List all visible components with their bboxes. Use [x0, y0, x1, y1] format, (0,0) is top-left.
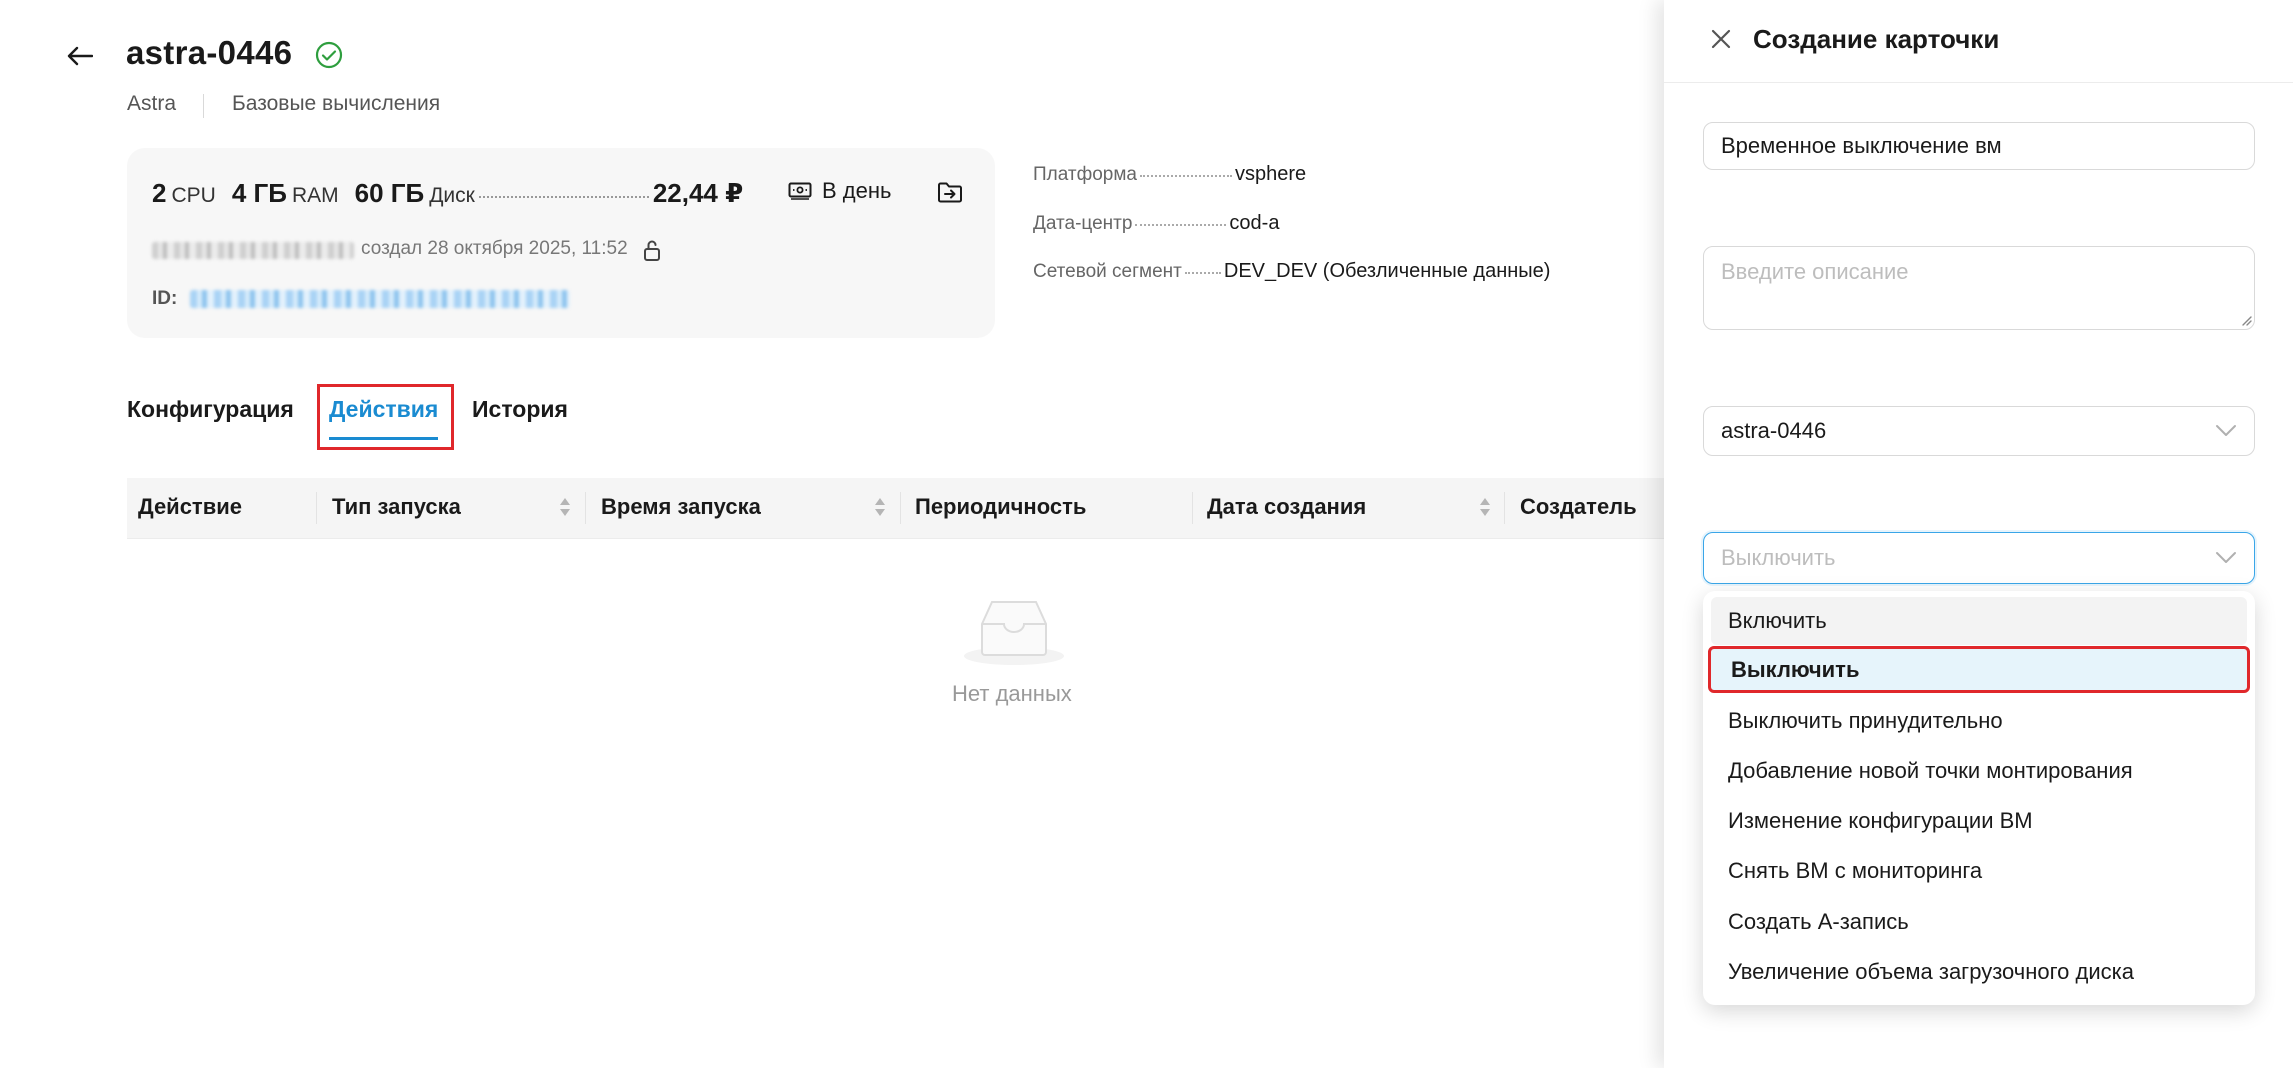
dropdown-option[interactable]: Увеличение объема загрузочного диска	[1711, 948, 2247, 996]
dotted-leader	[478, 196, 649, 198]
resize-handle-icon[interactable]	[2240, 314, 2252, 326]
created-info: создал 28 октября 2025, 11:52	[361, 238, 628, 259]
vm-id-redacted[interactable]	[190, 290, 570, 308]
column-divider	[585, 492, 586, 524]
sort-icon[interactable]	[873, 496, 887, 518]
back-button[interactable]	[60, 36, 100, 76]
chevron-down-icon	[2216, 425, 2236, 436]
price: 22,44 ₽	[652, 178, 744, 208]
tab-configuration[interactable]: Конфигурация	[127, 396, 294, 423]
dropdown-option[interactable]: Снять ВМ с мониторинга	[1711, 847, 2247, 895]
description-placeholder: Введите описание	[1721, 259, 1909, 284]
dropdown-option[interactable]: Изменение конфигурации ВМ	[1711, 797, 2247, 845]
money-icon	[788, 182, 812, 200]
column-divider	[900, 492, 901, 524]
property-platform: Платформа vsphere	[1033, 163, 1306, 186]
property-label: Сетевой сегмент	[1033, 261, 1182, 282]
dropdown-option[interactable]: Включить	[1711, 597, 2247, 645]
cpu-unit: CPU	[171, 184, 216, 207]
billing-period-selector[interactable]: В день	[788, 178, 891, 204]
card-name-value: Временное выключение вм	[1721, 133, 2002, 158]
property-value: vsphere	[1235, 163, 1307, 185]
dotted-leader	[1140, 175, 1232, 177]
vm-select-value: astra-0446	[1721, 418, 1827, 443]
dropdown-option[interactable]: Добавление новой точки монтирования	[1711, 747, 2247, 795]
tab-actions[interactable]: Действия	[329, 396, 438, 423]
close-icon[interactable]	[1706, 24, 1736, 54]
disk-value: 60 ГБ	[354, 178, 425, 208]
breadcrumb-divider	[203, 94, 204, 118]
description-textarea[interactable]: Введите описание	[1703, 246, 2255, 330]
dropdown-option[interactable]: Создать А-запись	[1711, 898, 2247, 946]
card-name-input[interactable]: Временное выключение вм	[1703, 122, 2255, 170]
empty-state-text: Нет данных	[952, 681, 1072, 706]
vm-specs: 2 CPU 4 ГБ RAM 60 ГБ Диск 22,44 ₽	[152, 178, 743, 209]
property-label: Дата-центр	[1033, 213, 1133, 234]
column-divider	[1504, 492, 1505, 524]
billing-period-label: В день	[822, 178, 892, 203]
creator-name-redacted	[152, 242, 354, 259]
page-title: astra-0446	[126, 34, 293, 71]
unlock-icon[interactable]	[642, 238, 662, 262]
disk-unit: Диск	[429, 184, 475, 207]
sort-icon[interactable]	[1478, 496, 1492, 518]
property-label: Платформа	[1033, 164, 1137, 185]
dotted-leader	[1135, 224, 1227, 226]
column-header-action: Действие	[138, 494, 242, 519]
dropdown-option-selected[interactable]: Выключить	[1708, 646, 2250, 693]
drawer-header-divider	[1664, 82, 2293, 83]
sort-icon[interactable]	[558, 496, 572, 518]
move-to-folder-icon[interactable]	[936, 178, 964, 206]
property-network-segment: Сетевой сегмент DEV_DEV (Обезличенные дан…	[1033, 260, 1550, 283]
column-header-created-date[interactable]: Дата создания	[1207, 494, 1366, 520]
ram-value: 4 ГБ	[231, 178, 287, 208]
action-select-placeholder: Выключить	[1721, 545, 1836, 570]
dropdown-option[interactable]: Выключить принудительно	[1711, 697, 2247, 745]
property-datacenter: Дата-центр cod-a	[1033, 212, 1279, 235]
tab-history[interactable]: История	[472, 396, 568, 423]
chevron-down-icon	[2216, 552, 2236, 563]
drawer-title: Создание карточки	[1753, 24, 2000, 54]
column-header-creator: Создатель	[1520, 494, 1637, 519]
action-select[interactable]: Выключить	[1703, 532, 2255, 584]
check-circle-icon	[315, 41, 343, 69]
active-tab-indicator	[329, 437, 438, 440]
arrow-left-icon	[67, 46, 93, 66]
vm-select[interactable]: astra-0446	[1703, 406, 2255, 456]
column-header-launch-type[interactable]: Тип запуска	[332, 494, 461, 520]
ram-unit: RAM	[291, 184, 339, 207]
column-header-launch-time[interactable]: Время запуска	[601, 494, 761, 520]
property-value: DEV_DEV (Обезличенные данные)	[1223, 260, 1551, 282]
breadcrumb-item-os[interactable]: Astra	[127, 92, 176, 116]
column-header-periodicity: Периодичность	[915, 494, 1087, 519]
id-label: ID:	[152, 288, 178, 309]
cpu-value: 2	[152, 178, 167, 208]
empty-inbox-icon	[964, 601, 1064, 665]
column-divider	[1192, 492, 1193, 524]
dotted-leader	[1184, 272, 1221, 274]
column-divider	[316, 492, 317, 524]
breadcrumb-item-service[interactable]: Базовые вычисления	[232, 92, 440, 116]
property-value: cod-a	[1229, 212, 1280, 234]
